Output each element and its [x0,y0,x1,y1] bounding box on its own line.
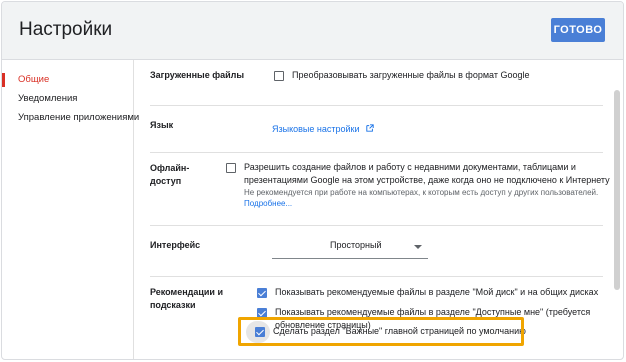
recommendations-label-line1: Рекомендации и [150,287,223,297]
density-value: Просторный [330,240,382,250]
convert-uploads-label: Преобразовывать загруженные файлы в форм… [292,70,530,80]
interface-label: Интерфейс [150,240,201,250]
density-dropdown[interactable]: Просторный [272,231,428,259]
external-link-icon [366,124,374,132]
sidebar: Общие Уведомления Управление приложениям… [2,60,139,359]
suggest-my-drive-checkbox[interactable] [257,288,267,298]
setting-row-offline: Офлайн- доступ Разрешить создание файлов… [150,152,610,226]
language-settings-link[interactable]: Языковые настройки [272,119,374,137]
done-button[interactable]: ГОТОВО [551,18,605,42]
scrollbar[interactable] [614,90,620,290]
setting-row-uploads: Загруженные файлы Преобразовывать загруж… [150,60,603,106]
chevron-down-icon [414,245,422,249]
highlight-box [238,317,524,346]
setting-row-interface: Интерфейс Просторный [150,225,603,277]
offline-option-line1: Разрешить создание файлов и работу с нед… [244,162,576,172]
offline-label: Офлайн- доступ [150,162,189,188]
sidebar-item-notifications[interactable]: Уведомления [18,93,77,104]
offline-more-link[interactable]: Подробнее... [244,198,610,210]
convert-uploads-checkbox[interactable] [274,71,284,81]
language-settings-link-text[interactable]: Языковые настройки [272,124,360,134]
recommendations-label-line2: подсказки [150,300,196,310]
setting-row-language: Язык Языковые настройки [150,105,603,153]
offline-note: Не рекомендуется при работе на компьютер… [244,188,599,197]
sidebar-item-general[interactable]: Общие [18,74,49,85]
offline-option-line2: презентациями Google на этом устройстве,… [244,175,610,185]
dialog-title: Настройки [19,19,113,40]
offline-label-line2: доступ [150,176,182,186]
settings-dialog: Настройки ГОТОВО Общие Уведомления Управ… [1,1,624,360]
offline-option: Разрешить создание файлов и работу с нед… [244,161,610,210]
active-indicator [2,73,5,87]
recommendations-label: Рекомендации и подсказки [150,286,223,312]
settings-content: Загруженные файлы Преобразовывать загруж… [134,60,623,359]
suggest-my-drive-label: Показывать рекомендуемые файлы в разделе… [275,287,599,297]
offline-checkbox[interactable] [226,163,236,173]
sidebar-item-manage-apps[interactable]: Управление приложениями [18,112,139,123]
dropdown-underline [272,258,428,259]
offline-label-line1: Офлайн- [150,163,190,173]
uploads-label: Загруженные файлы [150,70,245,80]
language-label: Язык [150,120,174,130]
dialog-header: Настройки ГОТОВО [2,2,623,60]
